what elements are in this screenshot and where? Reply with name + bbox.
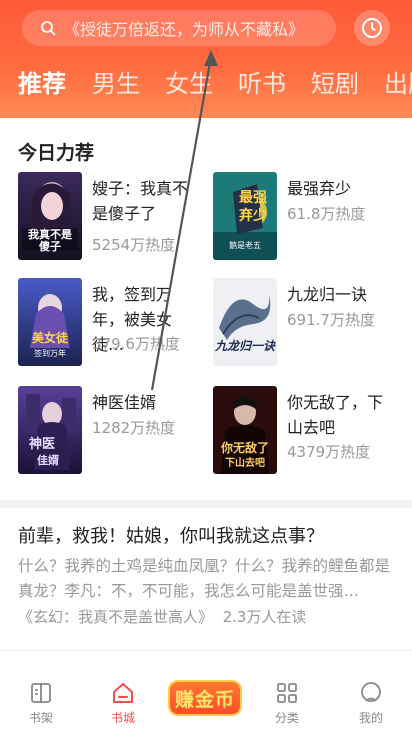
article-book: 《玄幻：我真不是盖世高人》	[18, 608, 214, 626]
svg-text:鹅是老五: 鹅是老五	[229, 240, 261, 250]
recommendation-article[interactable]: 前辈，救我！姑娘，你叫我就这点事？ 什么？我养的土鸡是纯血凤凰？什么？我养的鲤鱼…	[0, 508, 412, 650]
nav-label: 书架	[28, 711, 53, 725]
daily-picks-section: 今日力荐 我真不是 傻子 嫂子：我真不是傻子了 5254万热度 最强 弃少 鹅是…	[0, 118, 412, 500]
section-title: 今日力荐	[18, 142, 95, 164]
svg-text:美女徒: 美女徒	[32, 330, 69, 345]
book-title: 神医佳婿	[92, 393, 157, 412]
book-title: 嫂子：我真不是傻子了	[92, 179, 189, 223]
nav-profile[interactable]: 我的	[330, 651, 412, 732]
book-heat: 691.7万热度	[287, 311, 375, 329]
history-button[interactable]	[354, 10, 390, 46]
tab-audiobook[interactable]: 听书	[238, 62, 286, 106]
nav-bookshelf[interactable]: 书架	[0, 651, 82, 732]
clock-icon	[362, 18, 382, 38]
svg-text:九龙归一诀: 九龙归一诀	[214, 339, 276, 353]
search-icon	[41, 21, 56, 36]
article-description: 什么？我养的土鸡是纯血凤凰？什么？我养的鲤鱼都是真龙？李凡：不，不可能，我怎么可…	[18, 557, 391, 600]
book-item[interactable]: 我真不是 傻子 嫂子：我真不是傻子了 5254万热度	[18, 172, 208, 262]
profile-icon	[361, 682, 381, 702]
search-bar[interactable]: 《授徒万倍返还，为师从不藏私》	[22, 10, 336, 46]
nav-category[interactable]: 分类	[246, 651, 328, 732]
book-cover: 美女徒 签到万年	[18, 278, 82, 366]
category-grid-icon	[277, 683, 297, 703]
book-item[interactable]: 你无敌了 下山去吧 你无敌了，下山去吧 4379万热度	[213, 386, 403, 476]
svg-text:下山去吧: 下山去吧	[225, 456, 265, 469]
svg-text:你无敌了: 你无敌了	[220, 440, 269, 455]
article-meta: 《玄幻：我真不是盖世高人》 2.3万人在读	[18, 606, 306, 627]
nav-label: 我的	[358, 711, 383, 725]
svg-text:傻子: 傻子	[39, 239, 61, 253]
book-heat: 1282万热度	[92, 419, 176, 437]
book-cover: 你无敌了 下山去吧	[213, 386, 277, 474]
header: 《授徒万倍返还，为师从不藏私》 推荐 男生 女生 听书 短剧 出版	[0, 0, 412, 118]
book-title: 最强弃少	[287, 179, 352, 198]
svg-text:弃少: 弃少	[238, 207, 267, 224]
svg-text:佳婿: 佳婿	[37, 453, 60, 467]
book-heat: 61.8万热度	[287, 205, 366, 223]
svg-text:神医: 神医	[29, 436, 55, 452]
book-cover: 我真不是 傻子	[18, 172, 82, 260]
home-icon	[113, 683, 133, 703]
coin-icon: 赚金币	[168, 680, 242, 716]
article-title: 前辈，救我！姑娘，你叫我就这点事？	[18, 526, 324, 547]
book-heat: 4379万热度	[287, 443, 371, 461]
category-tabs: 推荐 男生 女生 听书 短剧 出版	[0, 62, 412, 106]
tab-recommend[interactable]: 推荐	[18, 62, 66, 106]
book-title: 你无敌了，下山去吧	[287, 393, 384, 437]
search-placeholder: 《授徒万倍返还，为师从不藏私》	[64, 20, 305, 39]
earn-coins-button[interactable]: 赚金币	[168, 680, 242, 716]
nav-label: 分类	[274, 711, 299, 725]
book-item[interactable]: 美女徒 签到万年 我，签到万年，被美女徒… 379.6万热度	[18, 278, 208, 368]
book-cover: 神医 佳婿	[18, 386, 82, 474]
book-title: 九龙归一诀	[287, 285, 368, 304]
book-item[interactable]: 九龙归一诀 九龙归一诀 691.7万热度	[213, 278, 403, 368]
book-item[interactable]: 神医 佳婿 神医佳婿 1282万热度	[18, 386, 208, 476]
svg-text:签到万年: 签到万年	[34, 348, 66, 358]
nav-bookstore[interactable]: 书城	[82, 651, 164, 732]
nav-label: 书城	[110, 711, 135, 725]
svg-text:最强: 最强	[239, 189, 267, 206]
tab-publishing[interactable]: 出版	[384, 62, 412, 106]
book-heat: 379.6万热度	[92, 335, 180, 353]
svg-text:我真不是: 我真不是	[28, 227, 73, 241]
book-item[interactable]: 最强 弃少 鹅是老五 最强弃少 61.8万热度	[213, 172, 403, 262]
book-cover: 九龙归一诀	[213, 278, 277, 366]
tab-female[interactable]: 女生	[165, 62, 213, 106]
book-cover: 最强 弃少 鹅是老五	[213, 172, 277, 260]
bookshelf-icon	[31, 683, 51, 703]
tab-short-drama[interactable]: 短剧	[311, 62, 359, 106]
article-readers: 2.3万人在读	[222, 608, 307, 626]
book-heat: 5254万热度	[92, 236, 176, 254]
tab-male[interactable]: 男生	[92, 62, 140, 106]
